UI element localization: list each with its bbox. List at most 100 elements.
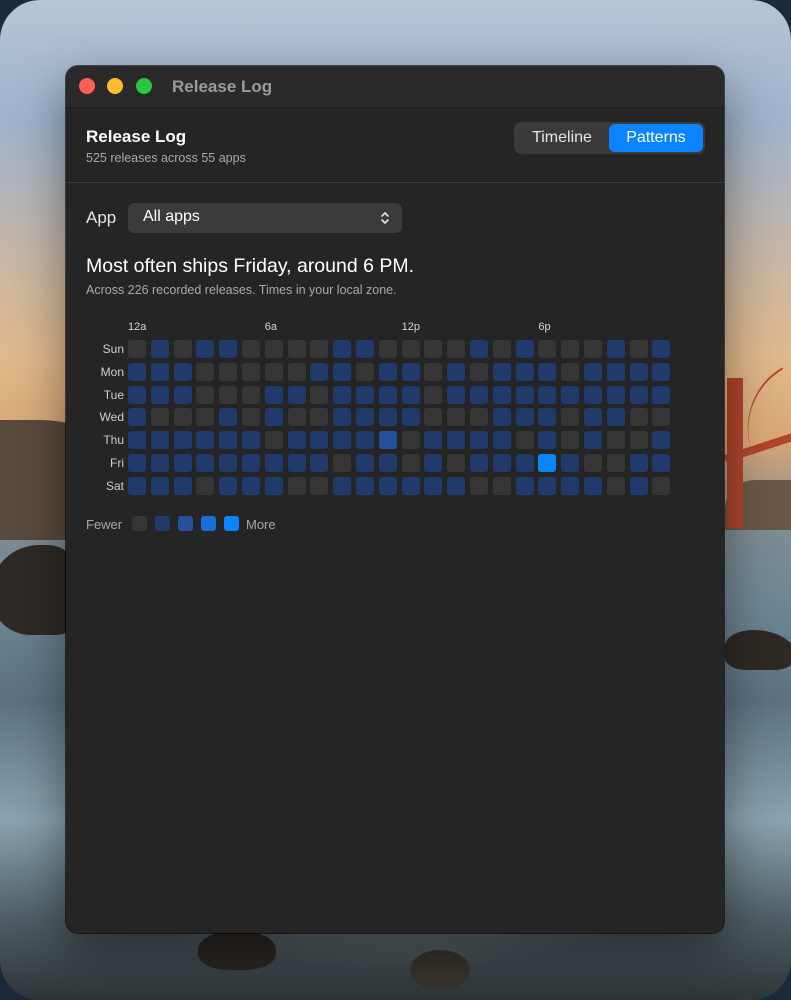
- heatmap-cell[interactable]: [492, 340, 511, 358]
- heatmap-cell[interactable]: [652, 476, 671, 495]
- heatmap-cell[interactable]: [515, 454, 534, 472]
- heatmap-cell[interactable]: [310, 454, 329, 472]
- heatmap-cell[interactable]: [128, 362, 146, 381]
- heatmap-cell[interactable]: [333, 340, 352, 358]
- heatmap-cell[interactable]: [515, 431, 534, 450]
- heatmap-cell[interactable]: [515, 408, 534, 427]
- heatmap-cell[interactable]: [492, 431, 511, 450]
- heatmap-cell[interactable]: [515, 362, 534, 381]
- heatmap-cell[interactable]: [287, 454, 306, 472]
- heatmap-cell[interactable]: [424, 476, 443, 495]
- heatmap-cell[interactable]: [196, 431, 215, 450]
- heatmap-cell[interactable]: [378, 454, 397, 472]
- heatmap-cell[interactable]: [652, 362, 671, 381]
- heatmap-cell[interactable]: [150, 362, 169, 381]
- heatmap-cell[interactable]: [447, 362, 466, 381]
- heatmap-cell[interactable]: [333, 454, 352, 472]
- tab-timeline[interactable]: Timeline: [516, 124, 608, 152]
- heatmap-cell[interactable]: [606, 431, 625, 450]
- heatmap-cell[interactable]: [424, 362, 443, 381]
- heatmap-cell[interactable]: [333, 476, 352, 495]
- heatmap-cell[interactable]: [401, 408, 420, 427]
- heatmap-cell[interactable]: [378, 340, 397, 358]
- heatmap-cell[interactable]: [333, 385, 352, 404]
- heatmap-cell[interactable]: [287, 385, 306, 404]
- heatmap-cell[interactable]: [561, 408, 580, 427]
- heatmap-cell[interactable]: [424, 340, 443, 358]
- heatmap-cell[interactable]: [264, 476, 283, 495]
- heatmap-cell[interactable]: [561, 340, 580, 358]
- heatmap-cell[interactable]: [287, 408, 306, 427]
- heatmap-cell[interactable]: [310, 431, 329, 450]
- heatmap-cell[interactable]: [150, 385, 169, 404]
- heatmap-cell[interactable]: [538, 454, 557, 472]
- heatmap-cell[interactable]: [538, 340, 557, 358]
- heatmap-cell[interactable]: [515, 385, 534, 404]
- heatmap-cell[interactable]: [196, 476, 215, 495]
- heatmap-cell[interactable]: [310, 340, 329, 358]
- heatmap-cell[interactable]: [173, 454, 192, 472]
- heatmap-cell[interactable]: [561, 431, 580, 450]
- heatmap-cell[interactable]: [629, 340, 648, 358]
- heatmap-cell[interactable]: [173, 431, 192, 450]
- heatmap-cell[interactable]: [356, 362, 374, 381]
- heatmap-cell[interactable]: [584, 431, 602, 450]
- heatmap-cell[interactable]: [356, 408, 374, 427]
- heatmap-cell[interactable]: [173, 362, 192, 381]
- heatmap-cell[interactable]: [150, 340, 169, 358]
- heatmap-cell[interactable]: [447, 454, 466, 472]
- heatmap-cell[interactable]: [629, 431, 648, 450]
- heatmap-cell[interactable]: [128, 408, 146, 427]
- heatmap-cell[interactable]: [173, 385, 192, 404]
- heatmap-cell[interactable]: [492, 385, 511, 404]
- heatmap-cell[interactable]: [128, 340, 146, 358]
- heatmap-cell[interactable]: [606, 385, 625, 404]
- heatmap-cell[interactable]: [356, 454, 374, 472]
- heatmap-cell[interactable]: [492, 362, 511, 381]
- heatmap-cell[interactable]: [378, 408, 397, 427]
- heatmap-cell[interactable]: [447, 476, 466, 495]
- heatmap-cell[interactable]: [629, 385, 648, 404]
- heatmap-cell[interactable]: [242, 408, 260, 427]
- heatmap-cell[interactable]: [652, 385, 671, 404]
- heatmap-cell[interactable]: [538, 385, 557, 404]
- heatmap-cell[interactable]: [242, 362, 260, 381]
- heatmap-cell[interactable]: [447, 408, 466, 427]
- heatmap-cell[interactable]: [173, 408, 192, 427]
- heatmap-cell[interactable]: [606, 340, 625, 358]
- heatmap-cell[interactable]: [470, 431, 488, 450]
- heatmap-cell[interactable]: [287, 340, 306, 358]
- heatmap-cell[interactable]: [173, 476, 192, 495]
- heatmap-cell[interactable]: [470, 385, 488, 404]
- heatmap-cell[interactable]: [606, 476, 625, 495]
- heatmap-cell[interactable]: [584, 476, 602, 495]
- heatmap-cell[interactable]: [219, 340, 238, 358]
- heatmap-cell[interactable]: [447, 340, 466, 358]
- heatmap-cell[interactable]: [242, 454, 260, 472]
- heatmap-cell[interactable]: [128, 385, 146, 404]
- heatmap-cell[interactable]: [150, 454, 169, 472]
- heatmap-cell[interactable]: [470, 454, 488, 472]
- heatmap-cell[interactable]: [447, 385, 466, 404]
- heatmap-cell[interactable]: [515, 340, 534, 358]
- heatmap-cell[interactable]: [173, 340, 192, 358]
- heatmap-cell[interactable]: [470, 340, 488, 358]
- heatmap-cell[interactable]: [378, 476, 397, 495]
- window-titlebar[interactable]: Release Log: [66, 66, 724, 108]
- heatmap-cell[interactable]: [150, 431, 169, 450]
- heatmap-cell[interactable]: [424, 408, 443, 427]
- heatmap-cell[interactable]: [561, 476, 580, 495]
- heatmap-cell[interactable]: [150, 408, 169, 427]
- heatmap-cell[interactable]: [470, 476, 488, 495]
- heatmap-cell[interactable]: [492, 476, 511, 495]
- heatmap-cell[interactable]: [196, 385, 215, 404]
- heatmap-cell[interactable]: [561, 385, 580, 404]
- heatmap-cell[interactable]: [401, 431, 420, 450]
- heatmap-cell[interactable]: [401, 362, 420, 381]
- heatmap-cell[interactable]: [242, 431, 260, 450]
- heatmap-cell[interactable]: [401, 385, 420, 404]
- heatmap-cell[interactable]: [264, 408, 283, 427]
- heatmap-cell[interactable]: [287, 476, 306, 495]
- heatmap-cell[interactable]: [606, 454, 625, 472]
- heatmap-cell[interactable]: [652, 431, 671, 450]
